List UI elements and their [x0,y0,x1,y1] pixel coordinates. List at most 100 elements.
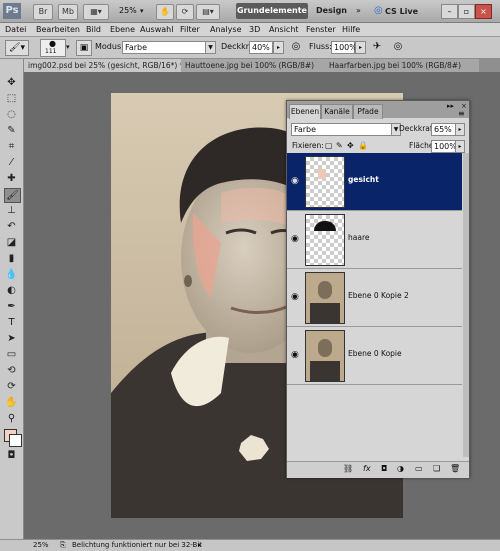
move-tool-icon[interactable]: ✥ [4,76,19,89]
history-brush-tool-icon[interactable]: ↶ [4,220,19,233]
visibility-eye-icon[interactable]: ◉ [291,292,299,302]
menu-bild[interactable]: Bild [86,23,101,36]
menu-bearbeiten[interactable]: Bearbeiten [36,23,80,36]
lasso-tool-icon[interactable]: ◌ [4,108,19,121]
mode-dropdown-icon[interactable]: ▼ [205,41,216,54]
zoom-tool-icon[interactable]: ⚲ [4,412,19,425]
new-layer-icon[interactable]: ❏ [433,464,440,473]
tab-img002[interactable]: img002.psd bei 25% (gesicht, RGB/16*) * [24,59,183,72]
mode-select[interactable]: Farbe [122,41,206,54]
visibility-eye-icon[interactable]: ◉ [291,176,299,186]
zoom-level[interactable]: 25% [119,4,137,18]
menu-analyse[interactable]: Analyse [210,23,242,36]
layer-row-haare[interactable]: ◉ haare [287,211,462,269]
layer-row-gesicht[interactable]: ◉ gesicht [287,153,462,211]
fill-input[interactable]: 100% [431,140,457,153]
layer-name[interactable]: Ebene 0 Kopie 2 [348,291,409,301]
lock-image-icon[interactable]: ✎ [336,140,343,151]
blur-tool-icon[interactable]: 💧 [4,268,19,281]
crop-tool-icon[interactable]: ⌗ [4,140,19,153]
adjustment-layer-icon[interactable]: ◑ [397,464,404,473]
opacity-slider-arrow-icon[interactable]: ▸ [273,41,284,54]
background-color-swatch[interactable] [9,434,22,447]
menu-auswahl[interactable]: Auswahl [140,23,173,36]
layer-row-ebene0-kopie[interactable]: ◉ Ebene 0 Kopie [287,327,462,385]
workspace-essentials-button[interactable]: Grundelemente [236,3,308,19]
lock-position-icon[interactable]: ✥ [347,140,354,151]
status-zoom[interactable]: 25% [33,540,49,551]
quick-mask-icon[interactable]: ◘ [4,449,19,462]
zoom-dropdown-icon[interactable]: ▾ [140,4,144,18]
clone-stamp-tool-icon[interactable]: ⊥ [4,204,19,217]
minimize-icon[interactable]: – [441,4,458,19]
gradient-tool-icon[interactable]: ▮ [4,252,19,265]
toggle-brush-panel-icon[interactable]: ▣ [76,40,92,56]
tab-kanaele[interactable]: Kanäle [321,104,353,119]
link-layers-icon[interactable]: ⛓ [343,464,353,473]
menu-hilfe[interactable]: Hilfe [342,23,360,36]
minibridge-button[interactable]: Mb [58,4,78,20]
hand-tool-icon[interactable]: ✋ [4,396,19,409]
lock-transparent-icon[interactable]: ▢ [325,140,333,151]
panel-menu-icon[interactable]: ≡ [458,109,465,118]
dodge-tool-icon[interactable]: ◐ [4,284,19,297]
flow-input[interactable]: 100% [331,41,357,54]
collapse-panel-icon[interactable]: ▸▸ [447,102,454,110]
lock-all-icon[interactable]: 🔒 [358,140,368,151]
new-group-icon[interactable]: ▭ [415,464,423,473]
marquee-tool-icon[interactable]: ⬚ [4,92,19,105]
visibility-eye-icon[interactable]: ◉ [291,350,299,360]
brush-preset-arrow-icon[interactable]: ▾ [66,42,70,52]
eraser-tool-icon[interactable]: ◪ [4,236,19,249]
healing-brush-tool-icon[interactable]: ✚ [4,172,19,185]
delete-layer-icon[interactable]: 🗑 [450,464,460,473]
menu-ebene[interactable]: Ebene [110,23,135,36]
shape-tool-icon[interactable]: ▭ [4,348,19,361]
bridge-icon[interactable]: Br [33,4,53,20]
menu-ansicht[interactable]: Ansicht [269,23,299,36]
layer-row-ebene0-kopie2[interactable]: ◉ Ebene 0 Kopie 2 [287,269,462,327]
path-selection-tool-icon[interactable]: ➤ [4,332,19,345]
workspace-design-button[interactable]: Design [316,3,347,19]
brush-preset-picker[interactable]: ● 111 [40,39,66,57]
tablet-pressure-size-icon[interactable]: ◎ [391,40,405,54]
status-info-icon[interactable]: ⎘ [60,540,66,551]
hand-tool-icon[interactable]: ✋ [156,4,174,20]
blend-mode-select[interactable]: Farbe [291,123,395,136]
flow-slider-arrow-icon[interactable]: ▸ [355,41,366,54]
eyedropper-tool-icon[interactable]: ⁄ [4,156,19,169]
layer-name[interactable]: haare [348,233,369,243]
layer-opacity-input[interactable]: 65% [431,123,456,136]
tool-preset-picker[interactable]: 🖌▾ [5,40,29,56]
menu-filter[interactable]: Filter [180,23,200,36]
type-tool-icon[interactable]: T [4,316,19,329]
workspace-more-icon[interactable]: » [356,4,361,18]
menu-datei[interactable]: Datei [5,23,26,36]
tab-hauttoene[interactable]: Hauttoene.jpg bei 100% (RGB/8#) [181,59,327,72]
fill-arrow-icon[interactable]: ▸ [455,140,465,153]
restore-icon[interactable]: ▫ [458,4,475,19]
tab-ebenen[interactable]: Ebenen [289,104,321,119]
cs-live-icon[interactable]: ◎ [374,4,383,18]
visibility-eye-icon[interactable]: ◉ [291,234,299,244]
airbrush-icon[interactable]: ✈ [370,40,384,54]
brush-tool-icon[interactable]: 🖌 [4,188,21,203]
quick-selection-tool-icon[interactable]: ✎ [4,124,19,137]
pen-tool-icon[interactable]: ✒ [4,300,19,313]
menu-3d[interactable]: 3D [249,23,260,36]
layer-mask-icon[interactable]: ◘ [381,464,387,473]
layers-scrollbar[interactable] [463,153,469,457]
tablet-pressure-opacity-icon[interactable]: ◎ [289,40,303,54]
menu-fenster[interactable]: Fenster [306,23,336,36]
layer-style-icon[interactable]: fx [363,464,371,473]
layer-name[interactable]: gesicht [348,175,379,185]
tab-haarfarben[interactable]: Haarfarben.jpg bei 100% (RGB/8#) [325,59,479,72]
layer-name[interactable]: Ebene 0 Kopie [348,349,402,359]
opacity-input[interactable]: 40% [249,41,273,54]
cs-live-button[interactable]: CS Live [385,5,418,19]
layer-opacity-arrow-icon[interactable]: ▸ [455,123,465,136]
close-icon[interactable]: × [475,4,492,19]
status-menu-icon[interactable]: ▸ [198,540,202,551]
rotate-view-icon[interactable]: ⟳ [176,4,194,20]
3d-orbit-tool-icon[interactable]: ⟳ [4,380,19,393]
